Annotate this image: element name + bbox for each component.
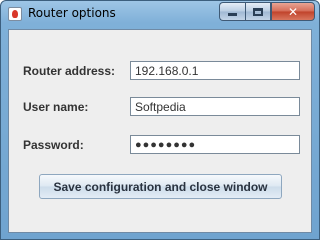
- caption-buttons: ✕: [219, 2, 315, 21]
- router-address-label: Router address:: [23, 64, 116, 78]
- password-label: Password:: [23, 138, 84, 152]
- password-input[interactable]: [130, 135, 300, 154]
- java-app-icon[interactable]: [8, 7, 22, 21]
- user-name-input[interactable]: [130, 97, 300, 116]
- title-bar[interactable]: Router options ✕: [1, 1, 319, 27]
- window-title: Router options: [28, 6, 116, 20]
- router-address-row: Router address:: [9, 61, 311, 83]
- maximize-button[interactable]: [245, 2, 271, 21]
- dialog-content: Router address: User name: Password: Sav…: [8, 29, 312, 233]
- user-name-label: User name:: [23, 100, 89, 114]
- close-icon: ✕: [287, 4, 299, 19]
- maximize-icon: [253, 7, 263, 16]
- user-name-row: User name:: [9, 97, 311, 119]
- close-button[interactable]: ✕: [271, 2, 315, 21]
- minimize-icon: [228, 13, 237, 16]
- password-row: Password:: [9, 135, 311, 157]
- minimize-button[interactable]: [219, 2, 245, 21]
- router-address-input[interactable]: [130, 61, 300, 80]
- router-options-window: Router options ✕ Router address: User na…: [0, 0, 320, 240]
- save-and-close-button[interactable]: Save configuration and close window: [39, 174, 282, 199]
